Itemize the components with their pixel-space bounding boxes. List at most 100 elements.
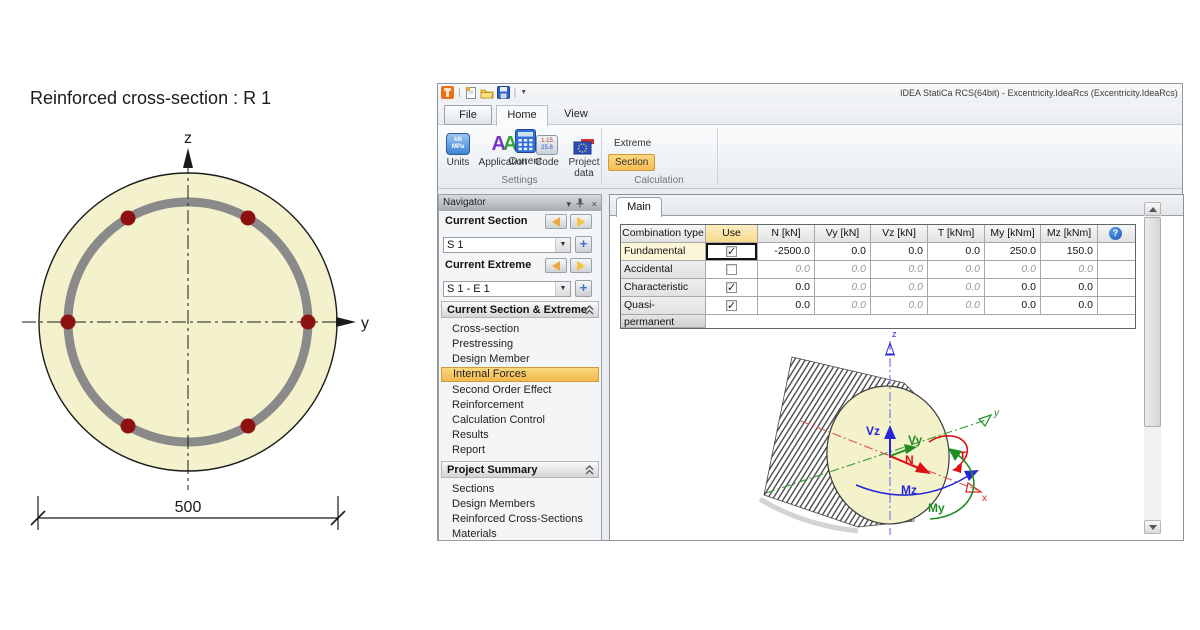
value-cell[interactable]: -2500.0	[758, 243, 815, 261]
value-cell[interactable]: 0.0	[928, 297, 985, 315]
value-cell[interactable]: 0.0	[758, 279, 815, 297]
value-cell[interactable]: 0.0	[871, 279, 928, 297]
nav-item-second-order-effect[interactable]: Second Order Effect	[441, 383, 599, 398]
3d-viewport[interactable]: z y x Vz Vy	[611, 315, 1143, 540]
nav-item-calculation-control[interactable]: Calculation Control	[441, 413, 599, 428]
chevron-down-icon[interactable]: ▼	[555, 282, 570, 296]
section-button[interactable]: Section	[608, 154, 655, 171]
value-cell[interactable]: 150.0	[1041, 243, 1098, 261]
value-cell[interactable]: 0.0	[871, 243, 928, 261]
section-extreme-group-header[interactable]: Current Section & Extreme	[441, 301, 599, 318]
extreme-button[interactable]: Extreme	[608, 136, 657, 151]
ribbon-tabstrip: File Home View	[438, 103, 1182, 125]
vertical-scrollbar[interactable]	[1144, 202, 1161, 534]
scroll-down-button[interactable]	[1144, 520, 1161, 534]
nav-item-design-member[interactable]: Design Member	[441, 352, 599, 367]
y-axis-arrow	[336, 317, 356, 327]
nav-item-report[interactable]: Report	[441, 443, 599, 458]
help-icon[interactable]: ?	[1109, 227, 1122, 240]
value-cell[interactable]: 0.0	[871, 261, 928, 279]
t-arrowhead	[952, 464, 962, 473]
project-summary-group-header[interactable]: Project Summary	[441, 461, 599, 478]
triangle-down-icon	[1149, 525, 1157, 530]
checkbox-checked-icon[interactable]	[726, 300, 737, 311]
chevron-down-icon[interactable]: ▼	[555, 238, 570, 252]
scroll-up-button[interactable]	[1144, 202, 1161, 216]
use-checkbox-cell[interactable]	[706, 297, 758, 315]
save-icon[interactable]	[497, 86, 510, 99]
checkbox-unchecked-icon[interactable]	[726, 264, 737, 275]
previous-section-button[interactable]	[545, 214, 567, 229]
value-cell[interactable]: 0.0	[758, 261, 815, 279]
value-cell[interactable]: 0.0	[985, 279, 1041, 297]
nav-item-prestressing[interactable]: Prestressing	[441, 337, 599, 352]
units-icon: kNMPa	[446, 133, 470, 155]
nav-item-results[interactable]: Results	[441, 428, 599, 443]
pin-icon[interactable]	[576, 198, 584, 208]
nav-item-cross-section[interactable]: Cross-section	[441, 322, 599, 337]
nav-item-design-members[interactable]: Design Members	[441, 497, 599, 512]
value-cell[interactable]: 0.0	[1041, 261, 1098, 279]
previous-extreme-button[interactable]	[545, 258, 567, 273]
project-data-button[interactable]: Project data	[564, 129, 604, 179]
value-cell[interactable]: 250.0	[985, 243, 1041, 261]
checkbox-checked-icon[interactable]	[726, 246, 737, 257]
checkbox-checked-icon[interactable]	[726, 282, 737, 293]
close-icon[interactable]: ×	[592, 197, 597, 212]
toolbar-dropdown-icon[interactable]: ▼	[520, 89, 527, 96]
add-section-button[interactable]: +	[575, 236, 592, 253]
scrollbar-thumb[interactable]	[1144, 217, 1161, 427]
value-cell[interactable]: 0.0	[815, 243, 871, 261]
next-section-button[interactable]	[570, 214, 592, 229]
value-cell[interactable]: 0.0	[928, 279, 985, 297]
panel-menu-icon[interactable]: ▾	[566, 197, 571, 212]
value-cell[interactable]: 0.0	[985, 261, 1041, 279]
tab-main[interactable]: Main	[616, 197, 662, 217]
table-row: Fundamental ULS -2500.0 0.0 0.0 0.0 250.…	[621, 243, 1135, 261]
open-folder-icon[interactable]	[480, 87, 494, 99]
value-cell[interactable]: 0.0	[985, 297, 1041, 315]
column-header-combination-type[interactable]: Combination type	[621, 225, 706, 243]
value-cell[interactable]: 0.0	[815, 297, 871, 315]
value-cell[interactable]: 0.0	[815, 261, 871, 279]
tab-home[interactable]: Home	[496, 105, 548, 126]
y-axis-label: y	[993, 408, 1000, 419]
value-cell[interactable]: 0.0	[871, 297, 928, 315]
column-header-mz[interactable]: Mz [kNm]	[1041, 225, 1098, 243]
spacer-cell	[1098, 279, 1135, 297]
tab-view[interactable]: View	[552, 105, 600, 125]
value-cell[interactable]: 0.0	[758, 297, 815, 315]
current-button[interactable]: Current	[500, 129, 550, 173]
use-checkbox-cell[interactable]	[706, 243, 758, 261]
nav-item-sections[interactable]: Sections	[441, 482, 599, 497]
cylinder-scene: z y x Vz Vy	[611, 315, 1143, 540]
nav-item-materials[interactable]: Materials	[441, 527, 599, 542]
column-header-vy[interactable]: Vy [kN]	[815, 225, 871, 243]
value-cell[interactable]: 0.0	[1041, 297, 1098, 315]
use-checkbox-cell[interactable]	[706, 261, 758, 279]
rebar-dot	[241, 211, 256, 226]
next-extreme-button[interactable]	[570, 258, 592, 273]
column-header-my[interactable]: My [kNm]	[985, 225, 1041, 243]
value-cell[interactable]: 0.0	[928, 243, 985, 261]
column-header-vz[interactable]: Vz [kN]	[871, 225, 928, 243]
rebar-dot	[301, 315, 316, 330]
value-cell[interactable]: 0.0	[928, 261, 985, 279]
current-extreme-dropdown[interactable]: S 1 - E 1 ▼	[443, 281, 571, 297]
tab-file[interactable]: File	[444, 105, 492, 125]
nav-item-reinforcement[interactable]: Reinforcement	[441, 398, 599, 413]
new-document-icon[interactable]	[465, 86, 477, 99]
column-header-n[interactable]: N [kN]	[758, 225, 815, 243]
current-section-dropdown[interactable]: S 1 ▼	[443, 237, 571, 253]
nav-item-reinforced-cross-sections[interactable]: Reinforced Cross-Sections	[441, 512, 599, 527]
use-checkbox-cell[interactable]	[706, 279, 758, 297]
calculator-icon	[515, 129, 536, 153]
column-header-use[interactable]: Use	[706, 225, 758, 243]
value-cell[interactable]: 0.0	[1041, 279, 1098, 297]
value-cell[interactable]: 0.0	[815, 279, 871, 297]
nav-item-internal-forces[interactable]: Internal Forces	[441, 367, 599, 382]
page: Reinforced cross-section : R 1 z y	[0, 0, 1200, 630]
units-button[interactable]: kNMPa Units	[440, 129, 476, 168]
add-extreme-button[interactable]: +	[575, 280, 592, 297]
column-header-t[interactable]: T [kNm]	[928, 225, 985, 243]
